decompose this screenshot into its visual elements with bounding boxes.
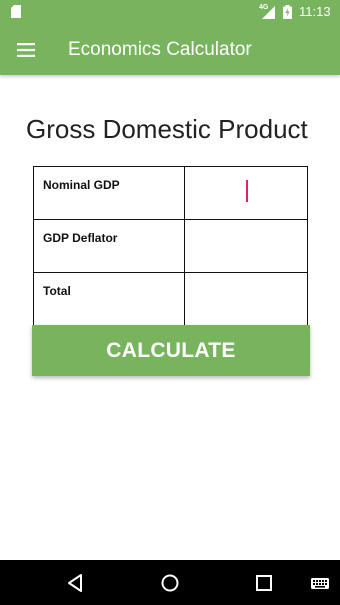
keyboard-icon[interactable] [310, 572, 330, 594]
page-title: Gross Domestic Product [26, 114, 308, 144]
recents-icon[interactable] [253, 572, 275, 594]
total-output-field[interactable] [185, 273, 307, 323]
calculate-button[interactable]: CALCULATE [32, 325, 310, 376]
hamburger-menu-icon[interactable] [14, 38, 38, 62]
sd-card-icon [11, 5, 21, 18]
table-row: Total [33, 272, 308, 326]
clock: 11:13 [299, 4, 331, 19]
back-icon[interactable] [64, 572, 86, 594]
battery-charging-icon [283, 5, 292, 19]
nominal-gdp-label: Nominal GDP [43, 178, 120, 192]
app-title: Economics Calculator [68, 39, 252, 60]
table-row: Nominal GDP [33, 166, 308, 220]
gdp-deflator-input[interactable] [185, 220, 307, 270]
text-cursor [246, 180, 248, 202]
table-row: GDP Deflator [33, 219, 308, 273]
navigation-bar [0, 560, 340, 605]
gdp-deflator-label: GDP Deflator [43, 231, 118, 245]
gdp-input-table: Nominal GDP GDP Deflator Total [33, 166, 308, 326]
home-icon[interactable] [159, 572, 181, 594]
total-label: Total [43, 284, 71, 298]
signal-strength-icon [262, 6, 275, 19]
status-bar: 4G 11:13 [0, 0, 340, 24]
app-bar: Economics Calculator [0, 24, 340, 75]
